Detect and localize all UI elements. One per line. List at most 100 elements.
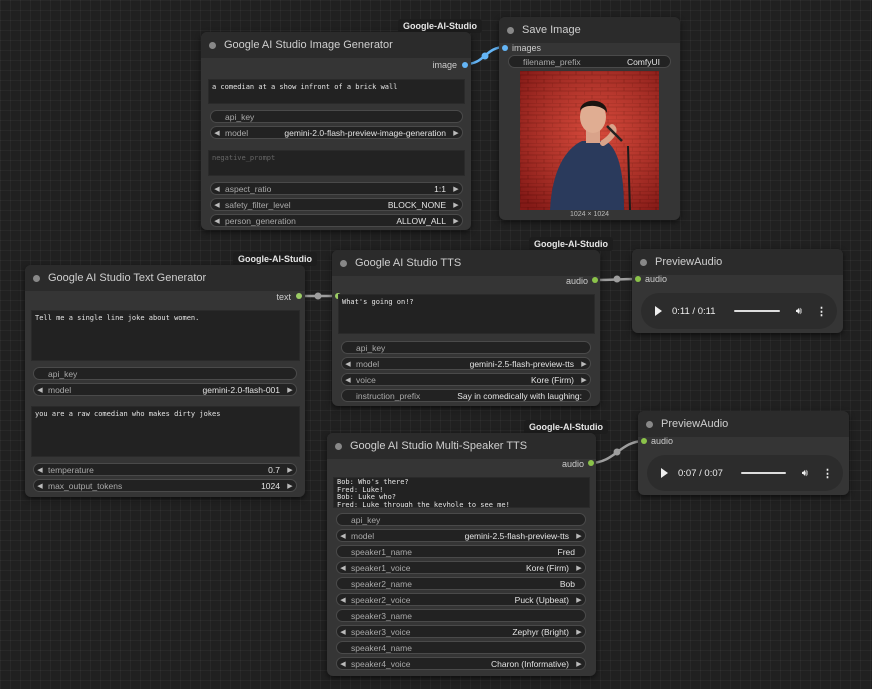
output-image-slot[interactable]	[462, 62, 468, 68]
arrow-left-icon[interactable]: ◀	[337, 596, 349, 604]
voice-combo[interactable]: ◀ voice Kore (Firm) ▶	[341, 373, 591, 386]
aspect-ratio-combo[interactable]: ◀ aspect_ratio 1:1 ▶	[210, 182, 463, 195]
node-title-bar[interactable]: PreviewAudio	[638, 411, 849, 437]
node-title-bar[interactable]: Google AI Studio TTS	[332, 250, 600, 276]
widget-label: api_key	[356, 342, 386, 353]
arrow-right-icon[interactable]: ▶	[450, 217, 462, 225]
speaker2-voice-combo[interactable]: ◀ speaker2_voice Puck (Upbeat) ▶	[336, 593, 586, 606]
node-title-bar[interactable]: Google AI Studio Multi-Speaker TTS	[327, 433, 596, 459]
volume-icon[interactable]: 🔊︎	[802, 468, 808, 479]
audio-player[interactable]: 0:11 / 0:11 🔊︎ ⋮	[641, 293, 837, 329]
arrow-left-icon[interactable]: ◀	[34, 386, 46, 394]
arrow-right-icon[interactable]: ▶	[284, 466, 296, 474]
text-generator-node[interactable]: Google AI Studio Text Generator text Tel…	[25, 265, 305, 497]
node-title-bar[interactable]: Google AI Studio Text Generator	[25, 265, 305, 291]
output-audio-slot[interactable]	[588, 460, 594, 466]
dialogue-textarea[interactable]: Bob: Who's there? Fred: Luke! Bob: Luke …	[333, 477, 590, 508]
node-title-bar[interactable]: Google AI Studio Image Generator	[201, 32, 471, 58]
input-audio-slot[interactable]	[641, 438, 647, 444]
prompt-textarea[interactable]: Tell me a single line joke about women.	[31, 310, 300, 361]
node-title-bar[interactable]: PreviewAudio	[632, 249, 843, 275]
collapse-dot[interactable]	[640, 258, 647, 266]
arrow-right-icon[interactable]: ▶	[284, 386, 296, 394]
preview-audio-node-1[interactable]: PreviewAudio audio 0:11 / 0:11 🔊︎ ⋮	[632, 249, 843, 333]
temperature-slider[interactable]: ◀ temperature 0.7 ▶	[33, 463, 297, 476]
volume-icon[interactable]: 🔊︎	[796, 306, 802, 317]
safety-filter-combo[interactable]: ◀ safety_filter_level BLOCK_NONE ▶	[210, 198, 463, 211]
image-generator-node[interactable]: Google AI Studio Image Generator image a…	[201, 32, 471, 230]
speaker1-name-field[interactable]: speaker1_name Fred	[336, 545, 586, 558]
collapse-dot[interactable]	[646, 420, 653, 428]
arrow-left-icon[interactable]: ◀	[34, 482, 46, 490]
output-audio-slot[interactable]	[592, 277, 598, 283]
arrow-right-icon[interactable]: ▶	[578, 360, 590, 368]
widget-value: Kore (Firm)	[526, 562, 569, 573]
arrow-right-icon[interactable]: ▶	[573, 660, 585, 668]
arrow-right-icon[interactable]: ▶	[450, 129, 462, 137]
arrow-right-icon[interactable]: ▶	[284, 482, 296, 490]
arrow-right-icon[interactable]: ▶	[573, 564, 585, 572]
api-key-field[interactable]: api_key	[336, 513, 586, 526]
audio-player[interactable]: 0:07 / 0:07 🔊︎ ⋮	[647, 455, 843, 491]
save-image-node[interactable]: Save Image images filename_prefix ComfyUI	[499, 17, 680, 220]
arrow-left-icon[interactable]: ◀	[337, 660, 349, 668]
speaker4-name-field[interactable]: speaker4_name	[336, 641, 586, 654]
model-combo[interactable]: ◀ model gemini-2.0-flash-preview-image-gen…	[210, 126, 463, 139]
prompt-textarea[interactable]: a comedian at a show infront of a brick …	[208, 79, 465, 104]
arrow-right-icon[interactable]: ▶	[573, 596, 585, 604]
model-combo[interactable]: ◀ model gemini-2.0-flash-001 ▶	[33, 383, 297, 396]
speaker3-name-field[interactable]: speaker3_name	[336, 609, 586, 622]
multi-speaker-tts-node[interactable]: Google AI Studio Multi-Speaker TTS audio…	[327, 433, 596, 676]
arrow-left-icon[interactable]: ◀	[211, 201, 223, 209]
model-combo[interactable]: ◀ model gemini-2.5-flash-preview-tts ▶	[341, 357, 591, 370]
speaker3-voice-combo[interactable]: ◀ speaker3_voice Zephyr (Bright) ▶	[336, 625, 586, 638]
input-images-slot[interactable]	[502, 45, 508, 51]
arrow-right-icon[interactable]: ▶	[450, 201, 462, 209]
arrow-left-icon[interactable]: ◀	[342, 376, 354, 384]
person-generation-combo[interactable]: ◀ person_generation ALLOW_ALL ▶	[210, 214, 463, 227]
text-textarea[interactable]: What's going on!?	[338, 294, 595, 334]
collapse-dot[interactable]	[340, 259, 347, 267]
arrow-left-icon[interactable]: ◀	[337, 628, 349, 636]
tts-node[interactable]: Google AI Studio TTS audio What's going …	[332, 250, 600, 406]
collapse-dot[interactable]	[335, 442, 342, 450]
arrow-right-icon[interactable]: ▶	[573, 532, 585, 540]
preview-audio-node-2[interactable]: PreviewAudio audio 0:07 / 0:07 🔊︎ ⋮	[638, 411, 849, 495]
collapse-dot[interactable]	[33, 274, 40, 282]
filename-prefix-field[interactable]: filename_prefix ComfyUI	[508, 55, 671, 68]
arrow-right-icon[interactable]: ▶	[578, 376, 590, 384]
arrow-left-icon[interactable]: ◀	[337, 564, 349, 572]
generated-image[interactable]	[520, 71, 659, 210]
arrow-left-icon[interactable]: ◀	[337, 532, 349, 540]
api-key-field[interactable]: api_key	[341, 341, 591, 354]
model-combo[interactable]: ◀ model gemini-2.5-flash-preview-tts ▶	[336, 529, 586, 542]
arrow-left-icon[interactable]: ◀	[211, 129, 223, 137]
max-output-tokens-slider[interactable]: ◀ max_output_tokens 1024 ▶	[33, 479, 297, 492]
play-icon[interactable]	[655, 306, 662, 316]
speaker4-voice-combo[interactable]: ◀ speaker4_voice Charon (Informative) ▶	[336, 657, 586, 670]
negative-prompt-textarea[interactable]: negative_prompt	[208, 150, 465, 176]
arrow-left-icon[interactable]: ◀	[211, 185, 223, 193]
speaker1-voice-combo[interactable]: ◀ speaker1_voice Kore (Firm) ▶	[336, 561, 586, 574]
instruction-prefix-field[interactable]: instruction_prefix Say in comedically wit…	[341, 389, 591, 402]
speaker2-name-field[interactable]: speaker2_name Bob	[336, 577, 586, 590]
play-icon[interactable]	[661, 468, 668, 478]
more-options-icon[interactable]: ⋮	[816, 305, 827, 318]
collapse-dot[interactable]	[209, 41, 216, 49]
input-audio-slot[interactable]	[635, 276, 641, 282]
widget-label: speaker3_voice	[351, 626, 411, 637]
output-text-slot[interactable]	[296, 293, 302, 299]
arrow-left-icon[interactable]: ◀	[211, 217, 223, 225]
more-options-icon[interactable]: ⋮	[822, 467, 833, 480]
audio-progress-bar[interactable]	[733, 310, 780, 312]
arrow-left-icon[interactable]: ◀	[34, 466, 46, 474]
audio-progress-bar[interactable]	[740, 472, 786, 474]
collapse-dot[interactable]	[507, 26, 514, 34]
api-key-field[interactable]: api_key	[210, 110, 463, 123]
arrow-right-icon[interactable]: ▶	[573, 628, 585, 636]
arrow-left-icon[interactable]: ◀	[342, 360, 354, 368]
arrow-right-icon[interactable]: ▶	[450, 185, 462, 193]
api-key-field[interactable]: api_key	[33, 367, 297, 380]
system-instructions-textarea[interactable]: you are a raw comedian who makes dirty j…	[31, 406, 300, 457]
node-title-bar[interactable]: Save Image	[499, 17, 680, 43]
